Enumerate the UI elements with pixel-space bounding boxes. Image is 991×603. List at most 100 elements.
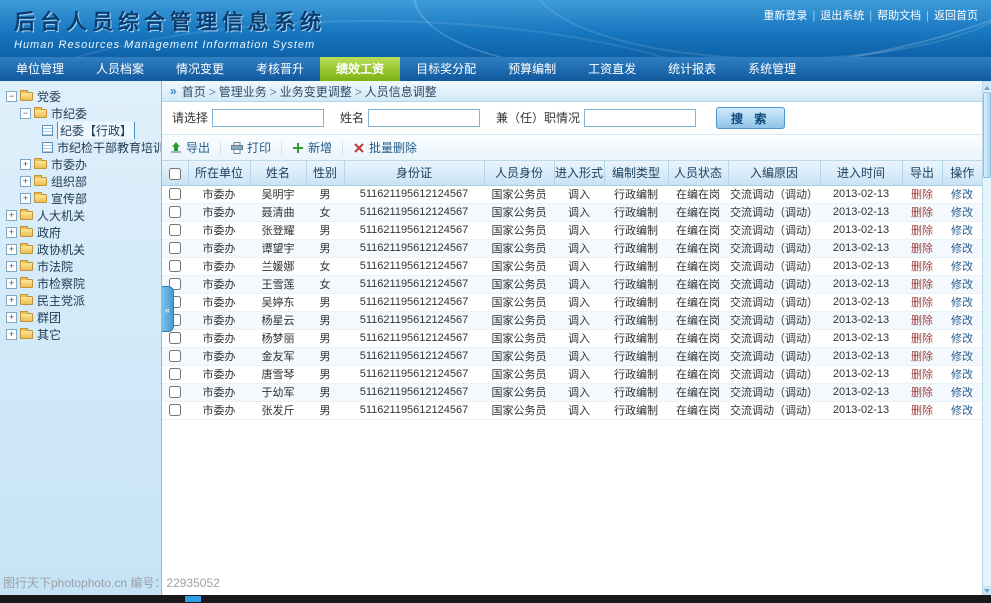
modify-link[interactable]: 修改: [951, 387, 973, 399]
modify-link[interactable]: 修改: [951, 405, 973, 417]
row-checkbox[interactable]: [169, 332, 181, 344]
expand-icon[interactable]: +: [6, 312, 17, 323]
tree-item-2[interactable]: 纪委【行政】: [0, 122, 161, 139]
delete-link[interactable]: 删除: [911, 351, 933, 363]
delete-link[interactable]: 删除: [911, 297, 933, 309]
modify-link[interactable]: 修改: [951, 189, 973, 201]
collapse-icon[interactable]: −: [6, 91, 17, 102]
expand-icon[interactable]: +: [20, 176, 31, 187]
scroll-up-icon[interactable]: [983, 81, 991, 90]
scrollbar-thumb[interactable]: [983, 92, 991, 178]
tree-item-4[interactable]: +市委办: [0, 156, 161, 173]
nav-item-0[interactable]: 单位管理: [0, 57, 80, 81]
delete-link[interactable]: 删除: [911, 405, 933, 417]
nav-item-4[interactable]: 绩效工资: [320, 57, 400, 81]
nav-item-3[interactable]: 考核晋升: [240, 57, 320, 81]
tree-item-8[interactable]: +政府: [0, 224, 161, 241]
folder-icon: [20, 262, 33, 271]
row-checkbox[interactable]: [169, 350, 181, 362]
breadcrumb-item-2[interactable]: 业务变更调整: [280, 85, 352, 99]
expand-icon[interactable]: +: [6, 329, 17, 340]
tree-item-5[interactable]: +组织部: [0, 173, 161, 190]
search-input-0[interactable]: [212, 109, 324, 127]
toolbar-print-button[interactable]: 打印: [231, 139, 271, 156]
expand-icon[interactable]: +: [6, 261, 17, 272]
modify-link[interactable]: 修改: [951, 261, 973, 273]
select-all-checkbox[interactable]: [169, 168, 181, 180]
scroll-down-icon[interactable]: [983, 586, 991, 595]
delete-link[interactable]: 删除: [911, 225, 933, 237]
delete-link[interactable]: 删除: [911, 261, 933, 273]
breadcrumb-item-1[interactable]: 管理业务: [219, 85, 267, 99]
delete-link[interactable]: 删除: [911, 279, 933, 291]
tree-item-13[interactable]: +群团: [0, 309, 161, 326]
expand-icon[interactable]: +: [6, 210, 17, 221]
modify-link[interactable]: 修改: [951, 369, 973, 381]
tree-item-11[interactable]: +市检察院: [0, 275, 161, 292]
tree-item-10[interactable]: +市法院: [0, 258, 161, 275]
expand-icon[interactable]: +: [6, 227, 17, 238]
modify-link[interactable]: 修改: [951, 207, 973, 219]
tree-item-3[interactable]: 市纪检干部教育培训中心: [0, 139, 161, 156]
modify-link[interactable]: 修改: [951, 243, 973, 255]
header-link-0[interactable]: 重新登录: [763, 10, 807, 22]
search-button[interactable]: 搜 索: [716, 107, 785, 129]
delete-link[interactable]: 删除: [911, 189, 933, 201]
header-link-1[interactable]: 退出系统: [820, 10, 864, 22]
row-checkbox[interactable]: [169, 404, 181, 416]
cell-entry_mode: 调入: [554, 203, 604, 221]
nav-item-8[interactable]: 统计报表: [652, 57, 732, 81]
expand-icon[interactable]: +: [20, 159, 31, 170]
delete-link[interactable]: 删除: [911, 315, 933, 327]
tree-item-12[interactable]: +民主党派: [0, 292, 161, 309]
sidebar-collapse-handle[interactable]: «: [162, 286, 174, 332]
row-checkbox[interactable]: [169, 224, 181, 236]
breadcrumb-item-3[interactable]: 人员信息调整: [365, 85, 437, 99]
tree-item-14[interactable]: +其它: [0, 326, 161, 343]
nav-item-2[interactable]: 情况变更: [160, 57, 240, 81]
breadcrumb-item-0[interactable]: 首页: [182, 85, 206, 99]
toolbar-export-button[interactable]: 导出: [170, 139, 210, 156]
modify-link[interactable]: 修改: [951, 279, 973, 291]
search-input-1[interactable]: [368, 109, 480, 127]
row-checkbox[interactable]: [169, 242, 181, 254]
row-checkbox[interactable]: [169, 260, 181, 272]
tree-item-1[interactable]: −市纪委: [0, 105, 161, 122]
search-input-2[interactable]: [584, 109, 696, 127]
delete-link[interactable]: 删除: [911, 243, 933, 255]
nav-item-9[interactable]: 系统管理: [732, 57, 812, 81]
row-checkbox[interactable]: [169, 206, 181, 218]
search-field-label-0: 请选择: [172, 111, 208, 125]
header-link-3[interactable]: 返回首页: [934, 10, 978, 22]
modify-link[interactable]: 修改: [951, 333, 973, 345]
row-checkbox[interactable]: [169, 368, 181, 380]
nav-item-1[interactable]: 人员档案: [80, 57, 160, 81]
modify-link[interactable]: 修改: [951, 297, 973, 309]
delete-link[interactable]: 删除: [911, 387, 933, 399]
row-checkbox[interactable]: [169, 386, 181, 398]
tree-item-0[interactable]: −党委: [0, 88, 161, 105]
delete-link[interactable]: 删除: [911, 333, 933, 345]
nav-item-7[interactable]: 工资直发: [572, 57, 652, 81]
tree-item-9[interactable]: +政协机关: [0, 241, 161, 258]
row-checkbox[interactable]: [169, 188, 181, 200]
toolbar-add-button[interactable]: 新增: [292, 139, 332, 156]
toolbar-batch-delete-button[interactable]: 批量删除: [353, 139, 417, 156]
expand-icon[interactable]: +: [20, 193, 31, 204]
collapse-icon[interactable]: −: [20, 108, 31, 119]
modify-link[interactable]: 修改: [951, 225, 973, 237]
expand-icon[interactable]: +: [6, 244, 17, 255]
nav-item-5[interactable]: 目标奖分配: [400, 57, 492, 81]
delete-link[interactable]: 删除: [911, 369, 933, 381]
nav-item-6[interactable]: 预算编制: [492, 57, 572, 81]
expand-icon[interactable]: +: [6, 278, 17, 289]
expand-icon[interactable]: +: [6, 295, 17, 306]
header-link-2[interactable]: 帮助文档: [877, 10, 921, 22]
vertical-scrollbar[interactable]: [982, 81, 991, 595]
folder-icon: [34, 177, 47, 186]
tree-item-6[interactable]: +宣传部: [0, 190, 161, 207]
modify-link[interactable]: 修改: [951, 315, 973, 327]
tree-item-7[interactable]: +人大机关: [0, 207, 161, 224]
modify-link[interactable]: 修改: [951, 351, 973, 363]
delete-link[interactable]: 删除: [911, 207, 933, 219]
